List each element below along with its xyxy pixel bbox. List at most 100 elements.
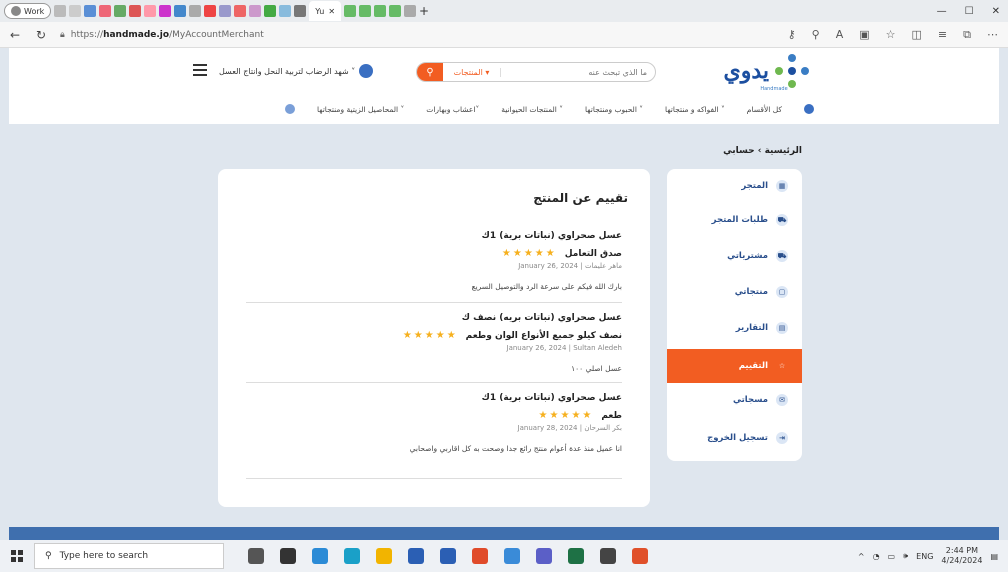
tab-button[interactable] (359, 5, 372, 17)
tab-button[interactable] (404, 5, 417, 17)
sidebar-item-purchases[interactable]: ⛟ مشترياتي (667, 239, 802, 273)
chrome-icon[interactable] (472, 548, 488, 564)
category-item[interactable]: اعشاب وبهارات˅ (426, 105, 479, 114)
user-avatar-icon (359, 64, 374, 78)
menu-icon[interactable] (193, 64, 207, 76)
site-logo[interactable]: يدوي (723, 54, 809, 88)
category-item[interactable]: كل الأقسام (747, 105, 782, 114)
refresh-icon[interactable]: ↻ (34, 28, 48, 42)
sidebar-item-products[interactable]: ▢ منتجاتي (667, 275, 802, 309)
word-icon[interactable] (440, 548, 456, 564)
search-button[interactable]: ⚲ (417, 63, 443, 81)
maximize-icon[interactable]: ☐ (965, 6, 974, 17)
tab-button[interactable] (129, 5, 142, 17)
store-app-icon[interactable] (408, 548, 424, 564)
start-button[interactable] (0, 540, 34, 572)
notifications-icon[interactable]: ▤ (990, 552, 998, 561)
tab-actions-icon[interactable] (54, 5, 67, 17)
sidebar-item-reviews[interactable]: ☆ التقييم (667, 349, 802, 383)
tab-button[interactable] (174, 5, 187, 17)
active-tab[interactable]: Yu ✕ (309, 1, 342, 21)
teams-icon[interactable] (536, 548, 552, 564)
widgets-icon[interactable] (280, 548, 296, 564)
os-taskbar: ⚲ Type here to search ^ ◔ ▭ 🕪︎ ENG 2:44 … (0, 540, 1008, 572)
more-categories-icon[interactable] (284, 104, 295, 114)
site-header: يدوي Handmade ⚲ المنتجات ▾ شهد الرضاب لت… (9, 48, 999, 124)
star-rating: ★★★★★ (501, 248, 557, 259)
search-category-dropdown[interactable]: المنتجات ▾ (443, 67, 501, 77)
read-aloud-icon[interactable]: A (836, 28, 844, 42)
profile-button[interactable]: Work (4, 3, 52, 19)
media-app-icon[interactable] (632, 548, 648, 564)
review-product[interactable]: عسل صحراوي (نباتات برية) 1ك (246, 231, 622, 241)
close-window-icon[interactable]: ✕ (992, 6, 1000, 17)
tab-button[interactable] (114, 5, 127, 17)
review-product[interactable]: عسل صحراوي (نباتات بريه) نصف ك (246, 313, 622, 323)
file-explorer-icon[interactable] (376, 548, 392, 564)
tab-button[interactable] (294, 5, 307, 17)
collections-icon[interactable]: ⧉ (963, 28, 971, 42)
favorites-list-icon[interactable]: ≡ (938, 28, 947, 42)
language-indicator[interactable]: ENG (916, 552, 933, 561)
minimize-icon[interactable]: — (937, 6, 947, 17)
extension-icon[interactable]: ▣ (859, 28, 869, 42)
search-bar: ⚲ المنتجات ▾ (416, 62, 656, 82)
battery-icon[interactable]: ▭ (888, 552, 896, 561)
clock-date: 4/24/2024 (941, 556, 983, 565)
tab-button[interactable] (144, 5, 157, 17)
store-icon: ▦ (776, 180, 788, 192)
mail-icon: ✉ (776, 394, 788, 406)
tab-button[interactable] (69, 5, 82, 17)
category-item[interactable]: المنتجات الحيوانية ˅ (501, 105, 563, 114)
network-icon[interactable]: ◔ (873, 552, 880, 561)
category-item[interactable]: المحاصيل الزيتية ومنتجاتها ˅ (317, 105, 404, 114)
sidebar-item-label: التقييم (738, 361, 768, 371)
sidebar-item-logout[interactable]: ⇥ تسجيل الخروج (667, 421, 802, 455)
favorite-icon[interactable]: ☆ (886, 28, 896, 42)
category-item[interactable]: الحبوب ومنتجاتها ˅ (585, 105, 643, 114)
excel-icon[interactable] (568, 548, 584, 564)
sidebar-item-reports[interactable]: ▤ التقارير (667, 311, 802, 345)
review-body: انا عميل منذ عدة أعوام منتج رائع جدا وصح… (409, 444, 622, 453)
new-tab-icon[interactable]: + (419, 4, 429, 18)
tab-button[interactable] (99, 5, 112, 17)
tab-button[interactable] (84, 5, 97, 17)
split-screen-icon[interactable]: ◫ (912, 28, 922, 42)
sidebar-item-label: مشترياتي (727, 251, 768, 261)
tab-button[interactable] (264, 5, 277, 17)
tab-button[interactable] (234, 5, 247, 17)
url-field[interactable]: 🔒︎ https://handmade.jo/MyAccountMerchant (60, 30, 264, 40)
task-view-icon[interactable] (248, 548, 264, 564)
user-menu[interactable]: شهد الرضاب لتربية النحل وانتاج العسل ˅ (219, 64, 374, 78)
tab-button[interactable] (389, 5, 402, 17)
tab-button[interactable] (374, 5, 387, 17)
more-icon[interactable]: ⋯ (987, 28, 998, 42)
sidebar-item-messages[interactable]: ✉ مسجاتي (667, 383, 802, 417)
tray-chevron-icon[interactable]: ^ (858, 552, 865, 561)
sidebar-item-store-orders[interactable]: ⛟ طلبات المتجر (667, 203, 802, 237)
review-product[interactable]: عسل صحراوي (نباتات برية) 1ك (246, 393, 622, 403)
tab-button[interactable] (159, 5, 172, 17)
back-icon[interactable]: ← (8, 28, 22, 42)
tab-button[interactable] (249, 5, 262, 17)
tab-button[interactable] (219, 5, 232, 17)
clock[interactable]: 2:44 PM 4/24/2024 (941, 546, 982, 566)
system-tray: ^ ◔ ▭ 🕪︎ ENG 2:44 PM 4/24/2024 ▤ (858, 546, 1008, 566)
search-input[interactable] (501, 67, 655, 77)
taskbar-search[interactable]: ⚲ Type here to search (34, 543, 224, 569)
people-icon[interactable] (312, 548, 328, 564)
sidebar-item-store[interactable]: ▦ المتجر (667, 169, 802, 203)
category-item[interactable]: الفواكه و منتجاتها ˅ (665, 105, 725, 114)
tab-button[interactable] (189, 5, 202, 17)
calculator-icon[interactable] (600, 548, 616, 564)
tab-button[interactable] (344, 5, 357, 17)
volume-icon[interactable]: 🕪︎ (903, 551, 908, 561)
tab-button[interactable] (204, 5, 217, 17)
breadcrumb[interactable]: الرئيسية › حسابي (723, 146, 802, 156)
close-tab-icon[interactable]: ✕ (328, 7, 335, 16)
tab-button[interactable] (279, 5, 292, 17)
key-icon[interactable]: ⚷ (788, 28, 796, 42)
edge-icon[interactable] (344, 548, 360, 564)
zoom-icon[interactable]: ⚲ (812, 28, 820, 42)
photos-icon[interactable] (504, 548, 520, 564)
